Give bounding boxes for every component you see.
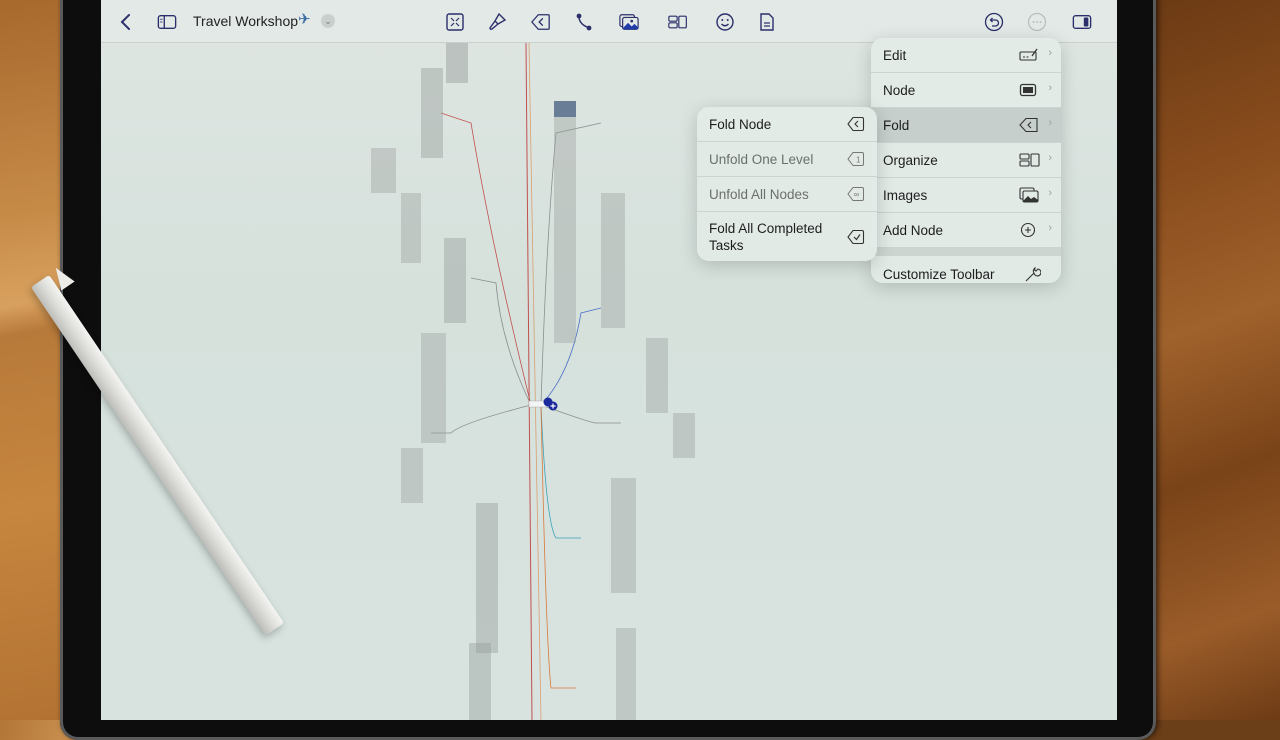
toolbar-overflow-menu: Edit › Node › Fold › Organize › Images ›… — [871, 38, 1061, 283]
fold-icon — [847, 116, 865, 132]
menu-item-label: Fold All Completed Tasks — [709, 221, 823, 253]
menu-item-label: Unfold One Level — [709, 151, 814, 167]
svg-text:1: 1 — [856, 156, 861, 165]
fold-icon — [1019, 117, 1038, 133]
back-chevron-icon[interactable] — [115, 11, 137, 33]
document-icon[interactable] — [756, 11, 778, 33]
menu-item-customize-toolbar[interactable]: Customize Toolbar — [871, 256, 1061, 283]
menu-item-label: Images — [883, 187, 928, 203]
title-menu-chevron-icon[interactable]: ⌄ — [321, 14, 335, 28]
menu-item-fold[interactable]: Fold › — [871, 108, 1061, 143]
undo-icon[interactable] — [983, 11, 1005, 33]
chevron-right-icon: › — [1048, 117, 1052, 129]
fold-icon[interactable] — [530, 11, 552, 33]
node-box-icon — [1019, 82, 1037, 98]
layout-icon — [1019, 152, 1040, 168]
smiley-icon[interactable] — [714, 11, 736, 33]
menu-item-label: Edit — [883, 47, 907, 63]
node-text-blocks — [371, 43, 695, 720]
node-image-thumbnail[interactable] — [554, 101, 576, 117]
airplane-icon: ✈ — [298, 11, 311, 28]
menu-item-images[interactable]: Images › — [871, 178, 1061, 213]
menu-item-node[interactable]: Node › — [871, 73, 1061, 108]
unfold-one-icon: 1 — [847, 151, 865, 167]
inspector-toggle-icon[interactable] — [1071, 11, 1093, 33]
fold-submenu: Fold Node Unfold One Level 1 Unfold All … — [697, 107, 877, 261]
svg-text:∞: ∞ — [854, 190, 860, 199]
focus-collapse-icon[interactable] — [444, 11, 466, 33]
unfold-all-icon: ∞ — [847, 186, 865, 202]
sidebar-toggle-icon[interactable] — [156, 11, 178, 33]
menu-item-label: Add Node — [883, 222, 944, 238]
branch-line — [470, 277, 532, 406]
pencil-line-icon — [1019, 47, 1038, 63]
menu-item-add-node[interactable]: Add Node › — [871, 213, 1061, 248]
menu-item-edit[interactable]: Edit › — [871, 38, 1061, 73]
ellipsis-circle-icon[interactable] — [1026, 11, 1048, 33]
submenu-item-unfold-one-level[interactable]: Unfold One Level 1 — [697, 142, 877, 177]
submenu-item-fold-all-completed-tasks[interactable]: Fold All Completed Tasks — [697, 212, 877, 261]
layout-icon[interactable] — [667, 11, 689, 33]
plus-circle-icon — [1019, 222, 1037, 238]
wrench-icon — [1023, 265, 1042, 282]
chevron-right-icon: › — [1048, 47, 1052, 59]
menu-item-organize[interactable]: Organize › — [871, 143, 1061, 178]
desk-surface-right — [1150, 0, 1280, 720]
branch-line — [540, 404, 576, 689]
menu-item-label: Fold — [883, 117, 910, 133]
chevron-right-icon: › — [1048, 152, 1052, 164]
chevron-right-icon: › — [1048, 222, 1052, 234]
toolbar: Travel Workshop ✈ ⌄ — [101, 0, 1117, 43]
photo-stack-icon[interactable] — [618, 11, 640, 33]
submenu-item-unfold-all-nodes[interactable]: Unfold All Nodes ∞ — [697, 177, 877, 212]
menu-separator — [871, 248, 1061, 256]
document-title[interactable]: Travel Workshop — [193, 13, 298, 29]
submenu-item-fold-node[interactable]: Fold Node — [697, 107, 877, 142]
paintbrush-icon[interactable] — [486, 11, 508, 33]
chevron-right-icon: › — [1048, 82, 1052, 94]
photo-stack-icon — [1019, 187, 1039, 203]
branch-line — [540, 404, 581, 539]
menu-item-label: Node — [883, 82, 916, 98]
connection-icon[interactable] — [573, 11, 595, 33]
chevron-right-icon: › — [1048, 187, 1052, 199]
menu-item-label: Fold Node — [709, 116, 772, 132]
fold-check-icon — [847, 229, 865, 245]
menu-item-label: Customize Toolbar — [883, 266, 995, 282]
menu-item-label: Organize — [883, 152, 938, 168]
menu-item-label: Unfold All Nodes — [709, 186, 809, 202]
